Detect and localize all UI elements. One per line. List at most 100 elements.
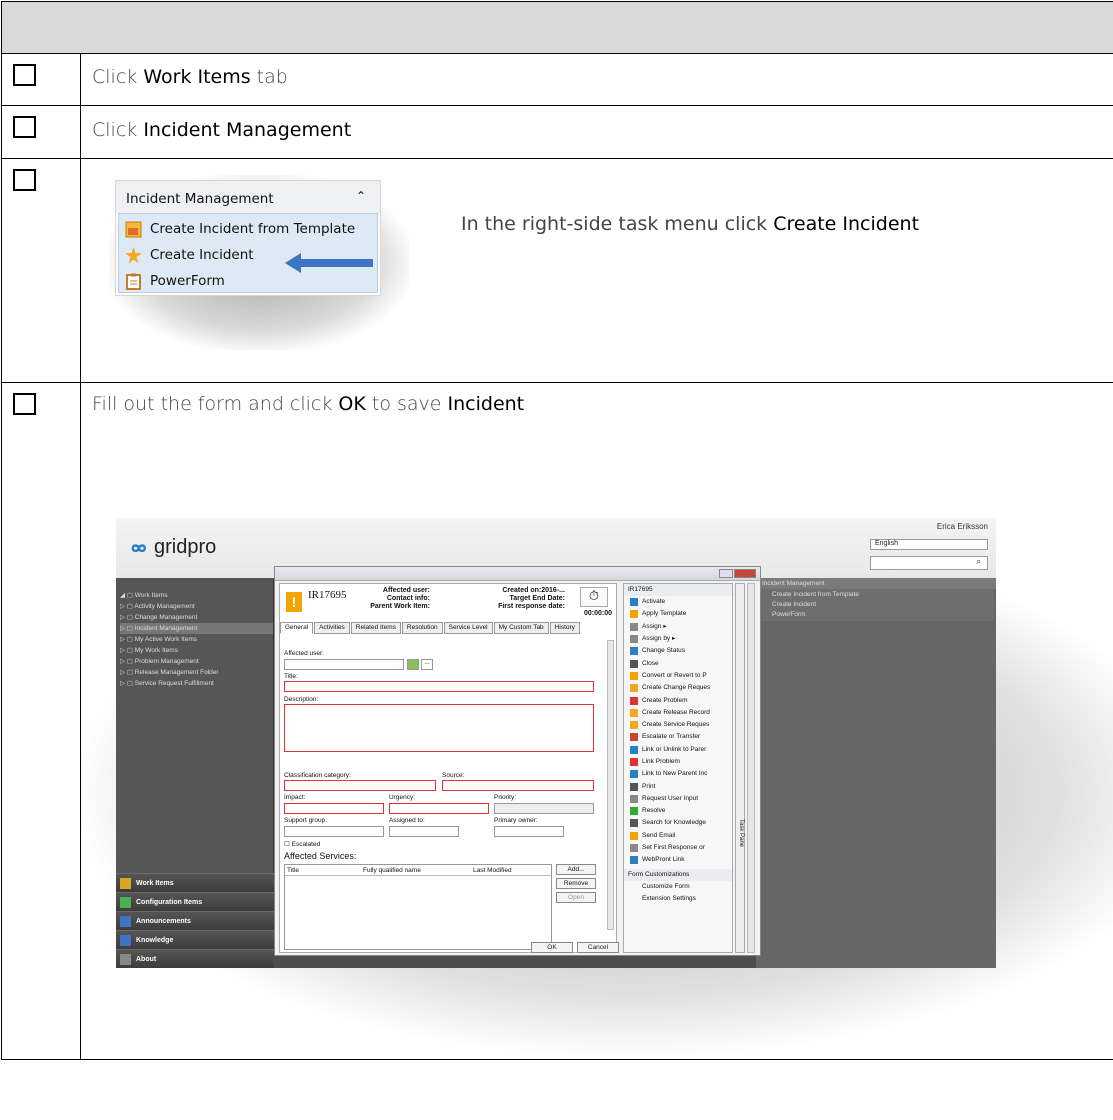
task-icon	[630, 856, 638, 865]
user-name[interactable]: Erica Eriksson	[937, 522, 988, 531]
task-item[interactable]: Create Change Reques	[624, 682, 732, 694]
right-task-item[interactable]: PowerForm	[758, 610, 994, 620]
task-icon	[630, 831, 638, 840]
primary-owner-input[interactable]	[494, 826, 564, 837]
customization-item[interactable]: Extension Settings	[624, 893, 732, 905]
template-icon	[125, 221, 142, 238]
nav-tree-item[interactable]: ▷ ▢ Problem Management	[120, 656, 273, 667]
nav-tree-item[interactable]: ▷ ▢ My Active Work Items	[120, 634, 273, 645]
search-icon[interactable]: ⌕	[977, 557, 981, 566]
form-scrollbar[interactable]	[607, 640, 614, 930]
column-header[interactable]: Last Modified	[473, 865, 512, 875]
form-tab[interactable]: General	[280, 622, 314, 634]
task-item[interactable]: Assign ▸	[624, 621, 732, 633]
step-text: In the right-side task menu click Create…	[461, 213, 920, 235]
task-item[interactable]: Activate	[624, 596, 732, 608]
task-item[interactable]: Request User Input	[624, 793, 732, 805]
nav-tree-item[interactable]: ▷ ▢ My Work Items	[120, 645, 273, 656]
cancel-button[interactable]: Cancel	[577, 942, 619, 953]
task-icon	[630, 844, 638, 853]
workspace-button[interactable]: Announcements	[116, 911, 274, 930]
collapse-caret-icon[interactable]: ⌃	[356, 189, 366, 203]
pointer-arrow-icon	[285, 253, 373, 273]
task-item[interactable]: Link or Unlink to Parer	[624, 744, 732, 756]
nav-tree-item[interactable]: ▷ ▢ Incident Management	[120, 623, 273, 634]
urgency-select[interactable]	[389, 803, 489, 814]
form-tab[interactable]: Service Level	[443, 622, 493, 634]
source-select[interactable]	[442, 780, 594, 791]
classification-select[interactable]	[284, 780, 436, 791]
brand-logo: gridpro	[128, 536, 216, 559]
browse-button[interactable]: ...	[421, 659, 433, 670]
support-group-select[interactable]	[284, 826, 384, 837]
task-item[interactable]: Create Problem	[624, 694, 732, 706]
stopwatch-icon[interactable]: ⏱	[580, 587, 608, 607]
column-header[interactable]: Title	[285, 865, 363, 875]
task-create-from-template[interactable]: Create Incident from Template	[119, 216, 377, 242]
task-item[interactable]: Search for Knowledge	[624, 817, 732, 829]
impact-select[interactable]	[284, 803, 384, 814]
task-item[interactable]: Link to New Parent Inc	[624, 768, 732, 780]
task-scrollbar[interactable]	[747, 583, 755, 953]
form-tab[interactable]: My Custom Tab	[493, 622, 549, 634]
form-tab[interactable]: Resolution	[401, 622, 443, 634]
form-tab[interactable]: History	[549, 622, 580, 634]
workspace-button[interactable]: Configuration Items	[116, 892, 274, 911]
step-checkbox[interactable]	[13, 393, 36, 415]
task-item[interactable]: Set First Response or	[624, 842, 732, 854]
task-item[interactable]: Link Problem	[624, 756, 732, 768]
language-select[interactable]: English	[870, 539, 988, 550]
escalated-checkbox[interactable]: ☐ Escalated	[284, 840, 320, 848]
search-input[interactable]: ⌕	[870, 556, 988, 570]
task-item[interactable]: Print	[624, 780, 732, 792]
task-item[interactable]: Resolve	[624, 805, 732, 817]
task-item[interactable]: Change Status	[624, 645, 732, 657]
affected-user-input[interactable]	[284, 659, 404, 670]
title-input[interactable]	[284, 681, 594, 692]
task-item[interactable]: Assign by ▸	[624, 633, 732, 645]
task-item[interactable]: Close	[624, 657, 732, 669]
ok-button[interactable]: OK	[531, 942, 573, 953]
workspace-button[interactable]: Knowledge	[116, 930, 274, 949]
step-row: Incident Management ⌃ Create Incident fro…	[1, 158, 1113, 383]
task-item[interactable]: Send Email	[624, 830, 732, 842]
user-picker-icon[interactable]	[407, 659, 419, 670]
step-checkbox[interactable]	[13, 64, 36, 86]
step-text: Fill out the form and click OK to save I…	[92, 393, 525, 415]
add-button[interactable]: Add...	[556, 864, 596, 875]
open-button[interactable]: Open	[556, 892, 596, 903]
workspace-button[interactable]: About	[116, 949, 274, 968]
minimize-icon[interactable]	[719, 569, 733, 578]
task-item[interactable]: Create Service Reques	[624, 719, 732, 731]
task-item[interactable]: Apply Template	[624, 608, 732, 620]
workspace-button[interactable]: Work Items	[116, 873, 274, 892]
form-tab[interactable]: Related Items	[350, 622, 401, 634]
form-tab[interactable]: Activities	[314, 622, 350, 634]
header-label: First response date:	[498, 603, 565, 610]
task-item[interactable]: Convert or Revert to P	[624, 670, 732, 682]
nav-tree-item[interactable]: ▷ ▢ Service Request Fulfillment	[120, 678, 273, 689]
step-checkbox[interactable]	[13, 116, 36, 138]
task-item[interactable]: Escalate or Transfer	[624, 731, 732, 743]
field-label: Affected user:	[284, 650, 324, 657]
description-input[interactable]	[284, 704, 594, 752]
step-row: Click Incident Management	[1, 105, 1113, 159]
column-header[interactable]: Fully qualified name	[363, 865, 473, 875]
close-icon[interactable]	[734, 569, 756, 578]
step-checkbox[interactable]	[13, 169, 36, 191]
customization-item[interactable]: Customize Form	[624, 881, 732, 893]
task-pane-label[interactable]: Task Pane	[735, 583, 745, 953]
nav-tree-item[interactable]: ▷ ▢ Change Management	[120, 612, 273, 623]
remove-button[interactable]: Remove	[556, 878, 596, 889]
incident-id: IR17695	[308, 589, 347, 601]
right-task-item[interactable]: Create Incident from Template	[758, 590, 994, 600]
nav-tree-item[interactable]: ◢ ▢ Work Items	[120, 590, 273, 601]
nav-tree-item[interactable]: ▷ ▢ Activity Management	[120, 601, 273, 612]
right-task-item[interactable]: Create Incident	[758, 600, 994, 610]
step-text: Click Incident Management	[92, 119, 352, 141]
task-item[interactable]: Create Release Record	[624, 707, 732, 719]
nav-tree-item[interactable]: ▷ ▢ Release Management Folder	[120, 667, 273, 678]
assigned-to-input[interactable]	[389, 826, 459, 837]
task-icon	[630, 794, 638, 803]
task-item[interactable]: WebPront Link	[624, 854, 732, 866]
